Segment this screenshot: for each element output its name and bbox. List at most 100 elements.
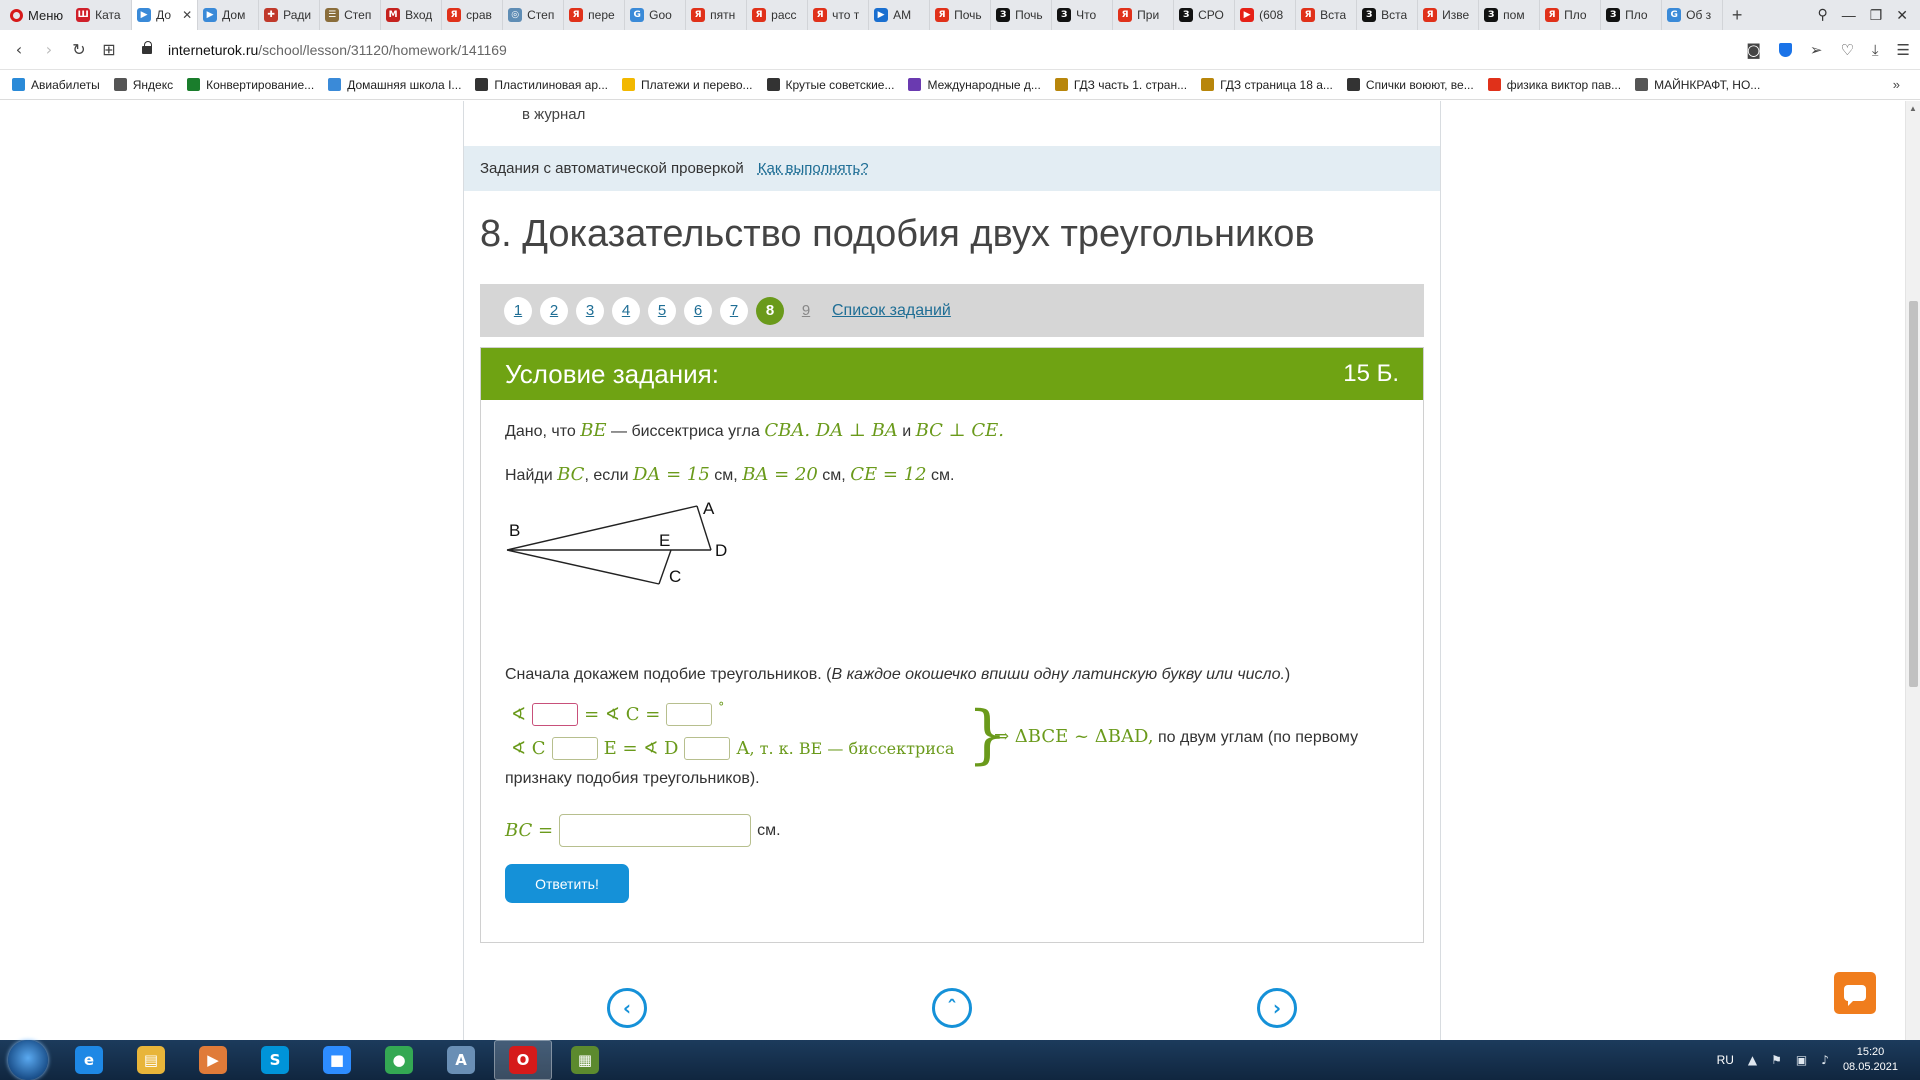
reload-button[interactable]: ↻ — [64, 40, 94, 59]
close-window-button[interactable]: ✕ — [1896, 7, 1908, 24]
start-button[interactable] — [8, 1040, 48, 1080]
browser-tab[interactable]: Я Изве — [1418, 0, 1480, 30]
easy-setup-icon[interactable]: ☰ — [1897, 41, 1910, 59]
search-tabs-icon[interactable]: ⚲ — [1817, 7, 1827, 23]
scroll-up-arrow[interactable]: ▲ — [1906, 101, 1920, 116]
adblock-shield-icon[interactable] — [1778, 43, 1792, 57]
next-task-button[interactable]: › — [1257, 988, 1297, 1028]
bookmark-item[interactable]: МАЙНКРАФТ, НО... — [1635, 78, 1760, 92]
tab-favicon-icon: ▶ — [203, 8, 218, 22]
bookmarks-more-button[interactable]: » — [1893, 77, 1900, 92]
taskbar-app-ie[interactable]: e — [60, 1040, 118, 1080]
browser-tab[interactable]: Ярасс — [747, 0, 809, 30]
submit-answer-button[interactable]: Ответить! — [505, 864, 629, 903]
taskbar-app-media[interactable]: ▶ — [184, 1040, 242, 1080]
scroll-thumb[interactable] — [1909, 301, 1918, 687]
pager-page-9[interactable]: 9 — [792, 297, 820, 325]
browser-tab[interactable]: ▶ AM — [869, 0, 931, 30]
browser-tab[interactable]: Ш Ката — [71, 0, 133, 30]
heart-bookmark-icon[interactable]: ♡ — [1840, 41, 1853, 59]
minimize-button[interactable]: — — [1842, 7, 1856, 23]
browser-tab[interactable]: Я Почь — [930, 0, 992, 30]
download-icon[interactable]: ⤓ — [1872, 41, 1879, 59]
browser-tab[interactable]: Ясрав — [442, 0, 504, 30]
page-scrollbar[interactable]: ▲ — [1905, 101, 1920, 1040]
flag-icon[interactable]: ⚑ — [1771, 1053, 1782, 1067]
back-button[interactable]: ‹ — [4, 40, 34, 59]
browser-tab[interactable]: M Вход — [381, 0, 443, 30]
language-indicator[interactable]: RU — [1717, 1053, 1734, 1067]
pager-page-3[interactable]: 3 — [576, 296, 604, 325]
browser-tab[interactable]: ▶ Дом — [198, 0, 260, 30]
send-icon[interactable]: ➢ — [1810, 41, 1823, 59]
opera-menu-button[interactable]: Меню — [0, 0, 71, 30]
browser-tab[interactable]: ☰ Степ — [320, 0, 382, 30]
browser-tab[interactable]: Япере — [564, 0, 626, 30]
angle-degree-input[interactable] — [666, 703, 713, 726]
pager-page-7[interactable]: 7 — [720, 296, 748, 325]
chat-button[interactable] — [1834, 972, 1876, 1014]
browser-tab[interactable]: З Пло — [1601, 0, 1663, 30]
bookmark-item[interactable]: Яндекс — [113, 78, 173, 92]
new-tab-button[interactable]: + — [1723, 5, 1751, 26]
taskbar-app-skype[interactable]: S — [246, 1040, 304, 1080]
bookmark-item[interactable]: Международные д... — [908, 78, 1041, 92]
up-button[interactable]: ˆ — [932, 988, 972, 1028]
close-tab-icon[interactable]: ✕ — [182, 8, 192, 22]
how-to-link[interactable]: Как выполнять? — [758, 160, 869, 177]
browser-tab[interactable]: З СРО — [1174, 0, 1236, 30]
bookmark-item[interactable]: Пластилиновая ар... — [475, 78, 608, 92]
browser-tab[interactable]: ◎ Степ — [503, 0, 565, 30]
taskbar-app-chrome[interactable]: ● — [370, 1040, 428, 1080]
browser-tab[interactable]: Я Пло — [1540, 0, 1602, 30]
browser-tab[interactable]: З Вста — [1357, 0, 1419, 30]
bc-answer-input[interactable] — [559, 814, 752, 847]
volume-icon[interactable]: ♪ — [1821, 1053, 1829, 1067]
bookmark-item[interactable]: Крутые советские... — [766, 78, 894, 92]
pager-page-1[interactable]: 1 — [504, 296, 532, 325]
browser-tab[interactable]: Япятн — [686, 0, 748, 30]
browser-tab[interactable]: ▶ До ✕ — [132, 0, 199, 30]
bookmark-item[interactable]: ГДЗ страница 18 а... — [1201, 78, 1333, 92]
browser-tab[interactable]: Я При — [1113, 0, 1175, 30]
speed-dial-icon[interactable]: ⊞ — [94, 40, 124, 59]
bookmark-item[interactable]: Авиабилеты — [12, 78, 100, 92]
browser-tab[interactable]: ✚ Ради — [259, 0, 321, 30]
browser-tab[interactable]: Я Вста — [1296, 0, 1358, 30]
angle-letter-input[interactable] — [532, 703, 579, 726]
browser-tab[interactable]: G Об з — [1662, 0, 1724, 30]
url-field[interactable]: interneturok.ru/school/lesson/31120/home… — [168, 42, 507, 58]
angle-middle-letter-input-1[interactable] — [551, 737, 598, 760]
prev-task-button[interactable]: ‹ — [607, 988, 647, 1028]
pager-page-2[interactable]: 2 — [540, 296, 568, 325]
bookmark-item[interactable]: Домашняя школа I... — [328, 78, 461, 92]
snapshot-icon[interactable]: ◙ — [1746, 41, 1761, 59]
browser-tab[interactable]: ▶ (608 — [1235, 0, 1297, 30]
taskbar-app-explorer[interactable]: ▤ — [122, 1040, 180, 1080]
pager-page-6[interactable]: 6 — [684, 296, 712, 325]
forward-button[interactable]: › — [34, 40, 64, 59]
taskbar-app-opera[interactable]: O — [494, 1040, 552, 1080]
browser-tab[interactable]: З Что — [1052, 0, 1114, 30]
pager-page-5[interactable]: 5 — [648, 296, 676, 325]
pager-page-4[interactable]: 4 — [612, 296, 640, 325]
bookmark-item[interactable]: физика виктор пав... — [1487, 78, 1621, 92]
taskbar-app-zoom[interactable]: ■ — [308, 1040, 366, 1080]
network-icon[interactable]: ▣ — [1796, 1053, 1807, 1067]
tray-expand-icon[interactable]: ▲ — [1748, 1053, 1757, 1067]
browser-tab[interactable]: Зпом — [1479, 0, 1541, 30]
browser-tab[interactable]: Ячто т — [808, 0, 870, 30]
browser-tab[interactable]: G Goo — [625, 0, 687, 30]
angle-middle-letter-input-2[interactable] — [684, 737, 731, 760]
task-list-link[interactable]: Список заданий — [832, 302, 951, 320]
bookmark-item[interactable]: Конвертирование... — [187, 78, 314, 92]
bookmark-item[interactable]: ГДЗ часть 1. стран... — [1054, 78, 1187, 92]
taskbar-app-minecraft[interactable]: ▦ — [556, 1040, 614, 1080]
taskbar-app-notepad[interactable]: A — [432, 1040, 490, 1080]
bookmark-item[interactable]: Спички воюют, ве... — [1346, 78, 1474, 92]
pager-page-8[interactable]: 8 — [756, 296, 784, 325]
bookmark-item[interactable]: Платежи и перево... — [622, 78, 753, 92]
maximize-button[interactable]: ❐ — [1870, 7, 1883, 24]
clock[interactable]: 15:20 08.05.2021 — [1843, 1045, 1898, 1075]
browser-tab[interactable]: З Почь — [991, 0, 1053, 30]
